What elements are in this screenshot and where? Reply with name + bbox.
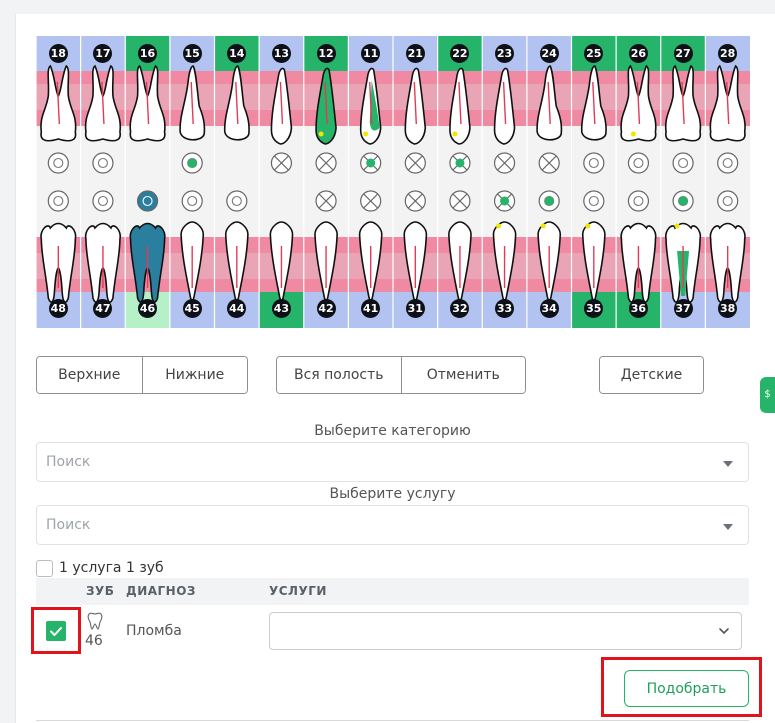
chevron-down-icon (719, 628, 729, 635)
tooth-surface-icon (717, 152, 739, 174)
service-label: Выберите услугу (329, 486, 456, 502)
kids-button[interactable]: Детские (600, 357, 703, 393)
tooth-surface-icon (92, 190, 114, 212)
caries-mark (496, 223, 502, 229)
col-tooth-header: ЗУБ (86, 584, 115, 598)
tooth-surface-icon (449, 152, 471, 174)
tooth-surface-icon (672, 190, 694, 212)
cancel-button[interactable]: Отменить (400, 357, 525, 393)
tooth-surface-icon (360, 152, 382, 174)
row-tooth-number: 46 (85, 633, 103, 649)
one-service-label: 1 услуга 1 зуб (59, 560, 164, 576)
table-row: 46 Пломба (31, 605, 749, 657)
caret-down-icon (723, 524, 733, 530)
side-tab[interactable]: $ (760, 377, 775, 413)
tooth-surface-icon (360, 190, 382, 212)
tooth-number-37[interactable]: 37 (673, 299, 693, 318)
tooth-number-27[interactable]: 27 (673, 44, 693, 63)
tooth-surface-icon (181, 190, 203, 212)
table-header: ЗУБ ДИАГНОЗ УСЛУГИ (36, 578, 749, 605)
pick-button[interactable]: Подобрать (624, 670, 749, 707)
tooth-surface-icon (493, 152, 516, 174)
tooth-number-13[interactable]: 13 (271, 44, 291, 63)
tooth-number-42[interactable]: 42 (316, 299, 336, 318)
tooth-number-23[interactable]: 23 (495, 44, 515, 63)
tooth-number-15[interactable]: 15 (182, 44, 202, 63)
tooth-number-45[interactable]: 45 (182, 299, 202, 318)
service-select[interactable]: Поиск (36, 505, 749, 545)
tooth-number-31[interactable]: 31 (405, 299, 425, 318)
tooth-surface-icon (270, 152, 293, 174)
tooth-number-33[interactable]: 33 (495, 299, 515, 318)
col-services-header: УСЛУГИ (269, 584, 327, 598)
tooth-surface-icon (717, 190, 739, 212)
tooth-number-26[interactable]: 26 (628, 44, 648, 63)
service-placeholder: Поиск (46, 517, 91, 533)
one-service-option[interactable]: 1 услуга 1 зуб (36, 559, 164, 577)
tooth-surface-icon (47, 152, 69, 174)
tooth-surface-icon (627, 190, 650, 212)
tooth-surface-icon (226, 190, 248, 212)
selection-button-group: Вся полость Отменить (276, 356, 526, 394)
caret-down-icon (723, 461, 733, 467)
tooth-surface-icon (315, 152, 337, 174)
category-placeholder: Поиск (46, 454, 91, 470)
tooth-number-48[interactable]: 48 (48, 299, 68, 318)
caries-mark (363, 131, 369, 137)
tooth-surface-icon (136, 190, 159, 212)
dental-chart[interactable]: 18 17 16 15 14 13 12 11 21 22 23 24 25 26 27 28 48 47 46 45… (36, 36, 750, 328)
caries-mark (540, 223, 546, 229)
tooth-surface-icon (583, 152, 605, 174)
whole-cavity-button[interactable]: Вся полость (277, 357, 401, 393)
tooth-icon (87, 612, 103, 630)
caries-mark (452, 131, 458, 137)
row-services-select[interactable] (269, 612, 742, 650)
jaw-button-group: Верхние Нижние (36, 356, 248, 394)
row-diagnosis: Пломба (126, 623, 182, 639)
category-label: Выберите категорию (314, 423, 471, 439)
tooth-surface-icon (47, 190, 69, 212)
tooth-surface-icon (583, 190, 605, 212)
checkmark-icon (50, 627, 62, 636)
row-checkbox[interactable] (46, 621, 66, 641)
tooth-surface-icon (404, 190, 426, 212)
tooth-number-46[interactable]: 46 (138, 299, 158, 318)
tooth-number-12[interactable]: 12 (316, 44, 336, 63)
tooth-surface-icon (449, 190, 471, 212)
one-service-checkbox[interactable] (36, 559, 53, 577)
lower-jaw-button[interactable]: Нижние (141, 357, 247, 393)
tooth-surface-icon (181, 152, 203, 174)
upper-jaw-button[interactable]: Верхние (37, 357, 142, 393)
tooth-number-18[interactable]: 18 (48, 44, 68, 63)
dental-chart-graphics[interactable] (36, 36, 750, 328)
tooth-surface-icon (315, 190, 337, 212)
tooth-number-16[interactable]: 16 (138, 44, 158, 63)
tooth-surface-icon (538, 152, 560, 174)
caries-mark (318, 131, 324, 137)
tooth-number-24[interactable]: 24 (539, 44, 559, 63)
tooth-number-36[interactable]: 36 (628, 299, 648, 318)
tooth-surface-icon (92, 152, 114, 174)
tooth-surface-icon (627, 152, 650, 174)
tooth-number-43[interactable]: 43 (271, 299, 291, 318)
tooth-surface-icon (672, 152, 694, 174)
tooth-surface-icon (493, 190, 516, 212)
tooth-surface-icon (404, 152, 426, 174)
tooth-number-34[interactable]: 34 (539, 299, 559, 318)
divider (36, 720, 749, 721)
col-diagnosis-header: ДИАГНОЗ (126, 584, 196, 598)
caries-mark (674, 223, 680, 229)
caries-mark (585, 223, 591, 229)
category-select[interactable]: Поиск (36, 442, 749, 482)
kids-button-group: Детские (599, 356, 704, 394)
tooth-surface-icon (538, 190, 560, 212)
caries-mark (630, 131, 636, 137)
tooth-number-21[interactable]: 21 (405, 44, 425, 63)
